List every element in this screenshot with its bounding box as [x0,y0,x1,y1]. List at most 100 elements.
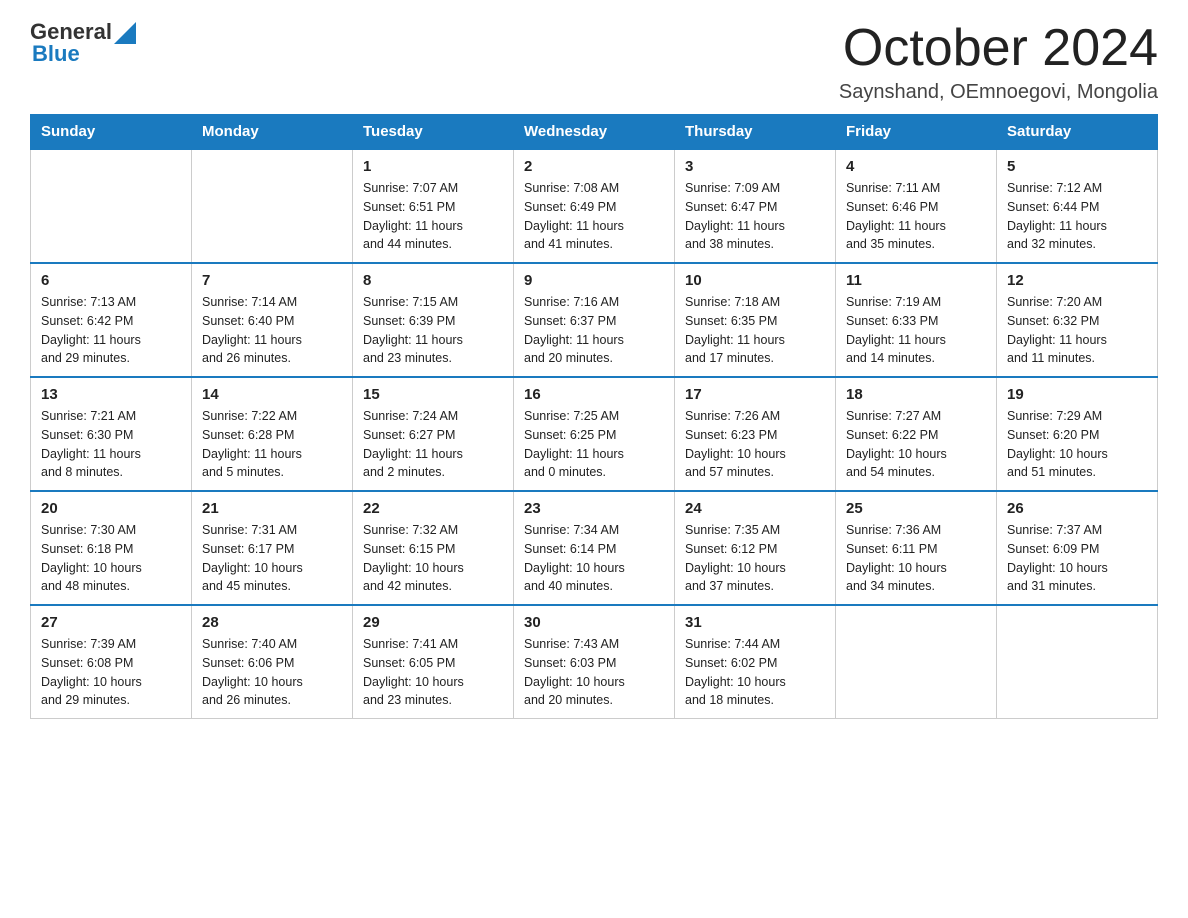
day-number: 20 [41,500,181,517]
day-number: 27 [41,614,181,631]
day-number: 14 [202,386,342,403]
weekday-header-thursday: Thursday [675,115,836,150]
calendar-cell: 16 Sunrise: 7:25 AM Sunset: 6:25 PM Dayli… [514,377,675,491]
calendar-cell: 10 Sunrise: 7:18 AM Sunset: 6:35 PM Dayli… [675,263,836,377]
day-number: 22 [363,500,503,517]
calendar-cell [997,605,1158,719]
calendar-cell [31,149,192,263]
day-info: Sunrise: 7:15 AM Sunset: 6:39 PM Dayligh… [363,293,503,368]
calendar-cell: 20Sunrise: 7:30 AM Sunset: 6:18 PM Dayli… [31,491,192,605]
day-info: Sunrise: 7:21 AM Sunset: 6:30 PM Dayligh… [41,407,181,482]
calendar-week-row: 13 Sunrise: 7:21 AM Sunset: 6:30 PM Dayli… [31,377,1158,491]
calendar-cell: 24 Sunrise: 7:35 AM Sunset: 6:12 PM Dayli… [675,491,836,605]
weekday-header-sunday: Sunday [31,115,192,150]
calendar-cell: 26 Sunrise: 7:37 AM Sunset: 6:09 PM Dayli… [997,491,1158,605]
day-number: 3 [685,158,825,175]
day-info: Sunrise: 7:34 AM Sunset: 6:14 PM Dayligh… [524,521,664,596]
calendar-cell: 13 Sunrise: 7:21 AM Sunset: 6:30 PM Dayli… [31,377,192,491]
weekday-header-tuesday: Tuesday [353,115,514,150]
calendar-week-row: 20Sunrise: 7:30 AM Sunset: 6:18 PM Dayli… [31,491,1158,605]
day-info: Sunrise: 7:40 AM Sunset: 6:06 PM Dayligh… [202,635,342,710]
weekday-header-friday: Friday [836,115,997,150]
calendar-week-row: 6Sunrise: 7:13 AM Sunset: 6:42 PM Daylig… [31,263,1158,377]
day-number: 18 [846,386,986,403]
calendar-cell: 27 Sunrise: 7:39 AM Sunset: 6:08 PM Dayli… [31,605,192,719]
calendar-week-row: 27 Sunrise: 7:39 AM Sunset: 6:08 PM Dayli… [31,605,1158,719]
page-header: General Blue October 2024 Saynshand, OEm… [30,20,1158,104]
day-info: Sunrise: 7:14 AM Sunset: 6:40 PM Dayligh… [202,293,342,368]
calendar-cell: 7 Sunrise: 7:14 AM Sunset: 6:40 PM Daylig… [192,263,353,377]
day-number: 4 [846,158,986,175]
calendar-cell: 11Sunrise: 7:19 AM Sunset: 6:33 PM Dayli… [836,263,997,377]
day-number: 31 [685,614,825,631]
logo: General Blue [30,20,136,66]
calendar-cell: 31Sunrise: 7:44 AM Sunset: 6:02 PM Dayli… [675,605,836,719]
day-info: Sunrise: 7:20 AM Sunset: 6:32 PM Dayligh… [1007,293,1147,368]
day-info: Sunrise: 7:31 AM Sunset: 6:17 PM Dayligh… [202,521,342,596]
day-info: Sunrise: 7:27 AM Sunset: 6:22 PM Dayligh… [846,407,986,482]
day-info: Sunrise: 7:18 AM Sunset: 6:35 PM Dayligh… [685,293,825,368]
day-number: 7 [202,272,342,289]
logo-blue-text: Blue [32,42,136,66]
day-number: 16 [524,386,664,403]
day-number: 2 [524,158,664,175]
day-info: Sunrise: 7:07 AM Sunset: 6:51 PM Dayligh… [363,179,503,254]
title-block: October 2024 Saynshand, OEmnoegovi, Mong… [839,20,1158,104]
day-info: Sunrise: 7:37 AM Sunset: 6:09 PM Dayligh… [1007,521,1147,596]
day-number: 17 [685,386,825,403]
weekday-header-saturday: Saturday [997,115,1158,150]
calendar-cell: 1 Sunrise: 7:07 AM Sunset: 6:51 PM Daylig… [353,149,514,263]
calendar-cell: 5 Sunrise: 7:12 AM Sunset: 6:44 PM Daylig… [997,149,1158,263]
calendar-cell: 29 Sunrise: 7:41 AM Sunset: 6:05 PM Dayli… [353,605,514,719]
day-number: 13 [41,386,181,403]
calendar-cell: 17 Sunrise: 7:26 AM Sunset: 6:23 PM Dayli… [675,377,836,491]
day-number: 1 [363,158,503,175]
day-info: Sunrise: 7:16 AM Sunset: 6:37 PM Dayligh… [524,293,664,368]
calendar-header-row: SundayMondayTuesdayWednesdayThursdayFrid… [31,115,1158,150]
day-info: Sunrise: 7:41 AM Sunset: 6:05 PM Dayligh… [363,635,503,710]
day-info: Sunrise: 7:29 AM Sunset: 6:20 PM Dayligh… [1007,407,1147,482]
calendar-cell [836,605,997,719]
day-info: Sunrise: 7:09 AM Sunset: 6:47 PM Dayligh… [685,179,825,254]
day-number: 30 [524,614,664,631]
day-info: Sunrise: 7:12 AM Sunset: 6:44 PM Dayligh… [1007,179,1147,254]
calendar-cell: 28 Sunrise: 7:40 AM Sunset: 6:06 PM Dayli… [192,605,353,719]
day-info: Sunrise: 7:36 AM Sunset: 6:11 PM Dayligh… [846,521,986,596]
day-info: Sunrise: 7:11 AM Sunset: 6:46 PM Dayligh… [846,179,986,254]
calendar-cell: 21 Sunrise: 7:31 AM Sunset: 6:17 PM Dayli… [192,491,353,605]
calendar-cell: 19Sunrise: 7:29 AM Sunset: 6:20 PM Dayli… [997,377,1158,491]
location-subtitle: Saynshand, OEmnoegovi, Mongolia [839,81,1158,104]
calendar-cell: 8Sunrise: 7:15 AM Sunset: 6:39 PM Daylig… [353,263,514,377]
day-info: Sunrise: 7:24 AM Sunset: 6:27 PM Dayligh… [363,407,503,482]
day-info: Sunrise: 7:35 AM Sunset: 6:12 PM Dayligh… [685,521,825,596]
calendar-cell: 30 Sunrise: 7:43 AM Sunset: 6:03 PM Dayli… [514,605,675,719]
day-number: 29 [363,614,503,631]
day-number: 10 [685,272,825,289]
day-info: Sunrise: 7:39 AM Sunset: 6:08 PM Dayligh… [41,635,181,710]
day-info: Sunrise: 7:43 AM Sunset: 6:03 PM Dayligh… [524,635,664,710]
day-info: Sunrise: 7:19 AM Sunset: 6:33 PM Dayligh… [846,293,986,368]
day-info: Sunrise: 7:13 AM Sunset: 6:42 PM Dayligh… [41,293,181,368]
calendar-week-row: 1 Sunrise: 7:07 AM Sunset: 6:51 PM Daylig… [31,149,1158,263]
calendar-table: SundayMondayTuesdayWednesdayThursdayFrid… [30,114,1158,719]
day-number: 21 [202,500,342,517]
calendar-cell: 23Sunrise: 7:34 AM Sunset: 6:14 PM Dayli… [514,491,675,605]
day-info: Sunrise: 7:25 AM Sunset: 6:25 PM Dayligh… [524,407,664,482]
day-info: Sunrise: 7:08 AM Sunset: 6:49 PM Dayligh… [524,179,664,254]
day-number: 5 [1007,158,1147,175]
day-number: 24 [685,500,825,517]
calendar-cell: 25 Sunrise: 7:36 AM Sunset: 6:11 PM Dayli… [836,491,997,605]
calendar-cell: 14Sunrise: 7:22 AM Sunset: 6:28 PM Dayli… [192,377,353,491]
month-title: October 2024 [839,20,1158,77]
calendar-cell [192,149,353,263]
weekday-header-monday: Monday [192,115,353,150]
logo-triangle-icon [114,22,136,44]
calendar-cell: 4 Sunrise: 7:11 AM Sunset: 6:46 PM Daylig… [836,149,997,263]
day-number: 26 [1007,500,1147,517]
day-number: 9 [524,272,664,289]
day-number: 25 [846,500,986,517]
calendar-cell: 18 Sunrise: 7:27 AM Sunset: 6:22 PM Dayli… [836,377,997,491]
day-info: Sunrise: 7:26 AM Sunset: 6:23 PM Dayligh… [685,407,825,482]
day-number: 28 [202,614,342,631]
day-number: 15 [363,386,503,403]
